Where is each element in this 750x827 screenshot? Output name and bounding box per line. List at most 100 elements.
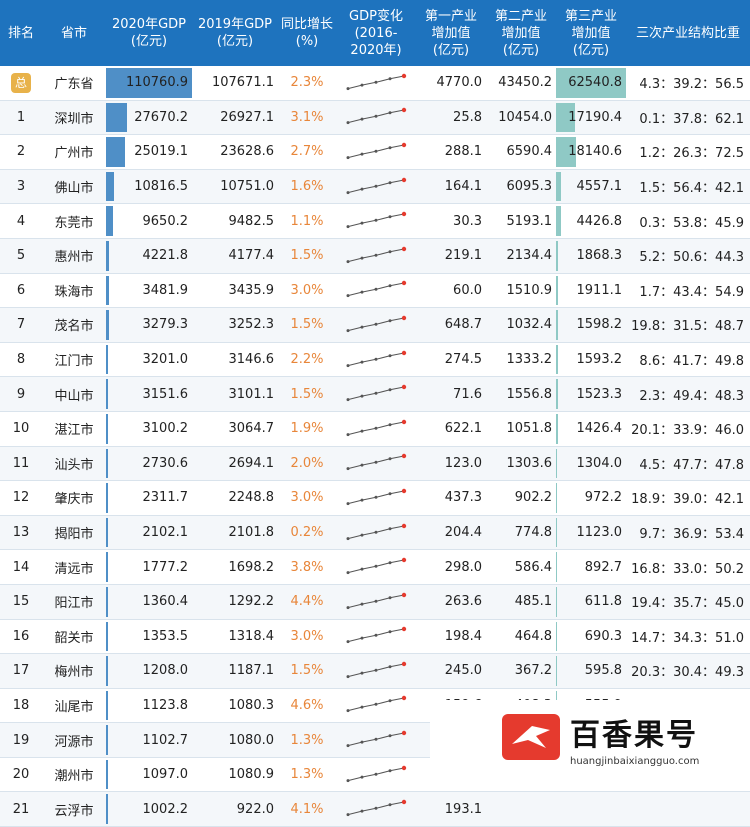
- cell-rank-text: 4: [16, 213, 26, 229]
- gdp2020-bar: [106, 448, 109, 479]
- sparkline-point: [374, 322, 378, 326]
- cell-gdp2019-text: 1187.1: [228, 663, 275, 679]
- sparkline-point: [346, 709, 350, 713]
- sparkline-point: [388, 111, 392, 115]
- cell-growth-text: 2.0%: [290, 455, 324, 471]
- table-row: 2 广州市 25019.1 23628.6 2.7% 288.1 6590.4 18140.6…: [0, 134, 750, 170]
- cell-primary: 30.3: [416, 203, 486, 239]
- cell-tertiary-text: 1598.2: [576, 317, 623, 333]
- cell-gdp2019: 922.0: [192, 791, 278, 827]
- cell-growth-text: 2.2%: [290, 352, 324, 368]
- sparkline-point: [388, 77, 392, 81]
- cell-city: 佛山市: [42, 169, 106, 205]
- header-trend: GDP变化 (2016- 2020年): [336, 0, 416, 66]
- sparkline: [346, 488, 407, 506]
- cell-gdp2019-text: 1080.0: [228, 732, 275, 748]
- cell-city-text: 深圳市: [54, 111, 94, 127]
- tertiary-bar: [556, 275, 559, 306]
- gdp2020-bar: [106, 621, 108, 652]
- cell-gdp2019-text: 2101.8: [228, 525, 275, 541]
- sparkline-point: [360, 429, 364, 433]
- sparkline-point: [374, 184, 378, 188]
- cell-rank-text: 3: [16, 179, 26, 195]
- cell-growth-text: 1.9%: [290, 421, 324, 437]
- cell-gdp2020: 1097.0: [106, 757, 192, 793]
- sparkline-point: [374, 668, 378, 672]
- sparkline-point: [401, 419, 407, 424]
- gdp2020-bar: [106, 794, 108, 825]
- table-row: 11 汕头市 2730.6 2694.1 2.0% 123.0 1303.6 1304.0 4.…: [0, 446, 750, 482]
- gdp2020-bar: [106, 586, 108, 617]
- sparkline-point: [388, 215, 392, 219]
- table-row: 21 云浮市 1002.2 922.0 4.1% 193.1: [0, 791, 750, 827]
- sparkline-point: [401, 246, 407, 251]
- sparkline-point: [388, 803, 392, 807]
- cell-gdp2019: 2101.8: [192, 515, 278, 551]
- table-row: 3 佛山市 10816.5 10751.0 1.6% 164.1 6095.3 4557.1 1…: [0, 169, 750, 205]
- gdp2020-bar: [106, 102, 128, 133]
- cell-tertiary: 18140.6: [556, 134, 626, 170]
- cell-gdp2019: 2248.8: [192, 480, 278, 516]
- cell-city-text: 东莞市: [54, 215, 94, 231]
- sparkline-point: [346, 363, 350, 367]
- cell-tertiary: 595.8: [556, 653, 626, 689]
- cell-tertiary-text: 690.3: [584, 628, 622, 644]
- cell-secondary-text: 5193.1: [506, 213, 553, 229]
- cell-city-text: 梅州市: [54, 665, 94, 681]
- sparkline-point: [360, 533, 364, 537]
- cell-rank: 7: [0, 307, 42, 343]
- cell-primary-text: 437.3: [444, 490, 482, 506]
- cell-secondary-text: 1303.6: [506, 455, 553, 471]
- sparkline: [346, 350, 407, 367]
- gdp2020-bar: [106, 690, 108, 721]
- cell-gdp2019: 23628.6: [192, 134, 278, 170]
- table-row: 6 珠海市 3481.9 3435.9 3.0% 60.0 1510.9 1911.1 1.7：…: [0, 273, 750, 309]
- sparkline-point: [401, 696, 407, 701]
- cell-city: 韶关市: [42, 619, 106, 655]
- gdp2020-bar: [106, 517, 108, 548]
- header-rank: 排名: [0, 0, 42, 66]
- cell-growth-text: 3.0%: [290, 490, 324, 506]
- sparkline-point: [346, 571, 350, 575]
- sparkline-point: [346, 778, 350, 782]
- cell-gdp2019: 1318.4: [192, 619, 278, 655]
- logo-icon: [502, 714, 560, 760]
- cell-structure: 9.7：36.9：53.4: [626, 515, 750, 551]
- cell-primary-text: 288.1: [444, 144, 482, 160]
- gdp2020-bar: [106, 725, 108, 755]
- cell-tertiary-text: 595.8: [584, 663, 622, 679]
- cell-rank-text: 20: [12, 767, 30, 783]
- cell-city: 惠州市: [42, 238, 106, 274]
- cell-primary: 437.3: [416, 480, 486, 516]
- cell-gdp2020-text: 2730.6: [142, 455, 189, 471]
- sparkline-point: [388, 768, 392, 772]
- cell-primary: 274.5: [416, 342, 486, 378]
- cell-tertiary-text: 1123.0: [576, 525, 623, 541]
- cell-secondary-text: 1051.8: [506, 421, 553, 437]
- header-gdp2019: 2019年GDP (亿元): [192, 0, 278, 66]
- cell-gdp2019: 3146.6: [192, 342, 278, 378]
- cell-growth: 4.4%: [278, 584, 336, 620]
- cell-secondary: 6095.3: [486, 169, 556, 205]
- sparkline: [346, 177, 407, 194]
- cell-gdp2020: 27670.2: [106, 100, 192, 136]
- cell-tertiary: 972.2: [556, 480, 626, 516]
- sparkline-point: [388, 388, 392, 392]
- cell-growth-text: 1.5%: [290, 386, 324, 402]
- cell-structure-text: 1.2：26.3：72.5: [639, 146, 744, 162]
- sparkline-point: [346, 432, 350, 436]
- cell-gdp2020: 4221.8: [106, 238, 192, 274]
- cell-gdp2020-text: 1360.4: [142, 594, 189, 610]
- cell-structure-text: 20.1：33.9：46.0: [631, 423, 744, 439]
- sparkline: [346, 765, 407, 782]
- table-row: 15 阳江市 1360.4 1292.2 4.4% 263.6 485.1 611.8 19.4…: [0, 584, 750, 620]
- cell-primary: 288.1: [416, 134, 486, 170]
- cell-secondary: 5193.1: [486, 203, 556, 239]
- cell-growth: 4.1%: [278, 791, 336, 827]
- sparkline-point: [360, 498, 364, 502]
- cell-rank-text: 14: [12, 559, 30, 575]
- cell-primary: 60.0: [416, 273, 486, 309]
- cell-gdp2019: 1080.0: [192, 722, 278, 758]
- table-row: 总 广东省 110760.9 107671.1 2.3% 4770.0 43450.2 625…: [0, 66, 750, 101]
- sparkline-point: [346, 674, 350, 678]
